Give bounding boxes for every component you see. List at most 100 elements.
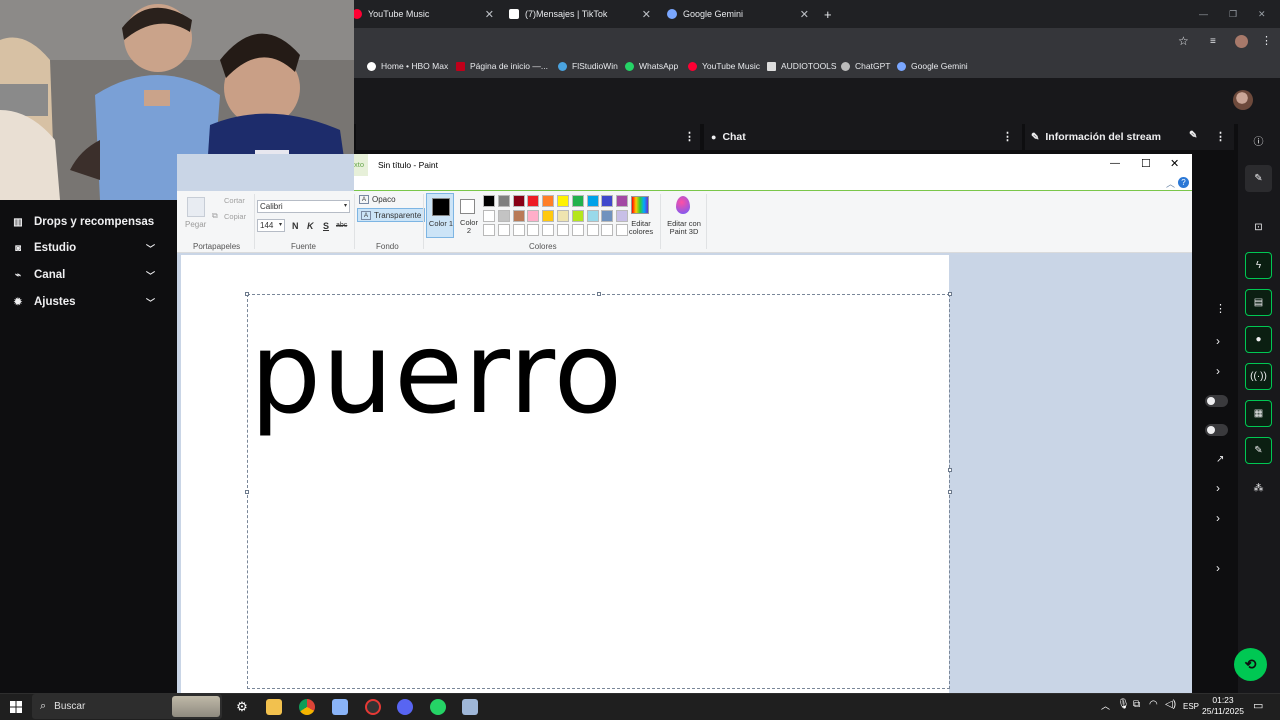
microphone-icon[interactable]: 🎙 <box>1117 699 1130 710</box>
tab-text-fragment[interactable]: xto <box>354 154 368 176</box>
color-swatch[interactable] <box>483 224 495 236</box>
bookmark-flstudio[interactable]: FlStudioWin <box>558 61 618 71</box>
copy-button[interactable]: Copiar <box>224 212 246 221</box>
bolt-icon[interactable]: ϟ <box>1245 252 1272 279</box>
whatsapp-icon[interactable] <box>430 699 446 715</box>
device-icon[interactable]: ⧉ <box>1133 699 1140 710</box>
discord-icon[interactable] <box>397 699 413 715</box>
windows-start-icon[interactable] <box>8 699 24 715</box>
color-swatch[interactable] <box>483 209 495 222</box>
sidebar-item-studio[interactable]: ◙ Estudio ﹀ <box>12 242 155 254</box>
close-window-button[interactable]: ✕ <box>1258 0 1266 28</box>
chevron-up-icon[interactable]: ︿ <box>1101 699 1110 712</box>
pencil-icon[interactable]: ✎ <box>1245 165 1272 192</box>
color-swatch[interactable] <box>483 195 495 207</box>
paint3d-icon[interactable] <box>676 196 690 214</box>
paste-button[interactable]: Pegar <box>185 220 206 229</box>
color-swatch[interactable] <box>586 224 599 236</box>
toggle-switch[interactable] <box>1205 424 1228 436</box>
toggle-switch[interactable] <box>1205 395 1228 407</box>
color-swatch[interactable] <box>512 209 525 222</box>
nodes-icon[interactable]: ⁂ <box>1245 475 1272 502</box>
color-swatch[interactable] <box>601 224 614 236</box>
user-avatar[interactable] <box>1233 90 1253 110</box>
notes-icon[interactable]: ▤ <box>1245 289 1272 316</box>
minimize-button[interactable]: — <box>1199 0 1208 28</box>
language-indicator[interactable]: ESP <box>1183 702 1199 711</box>
italic-button[interactable]: K <box>307 221 314 231</box>
star-icon[interactable]: ☆ <box>1178 34 1189 48</box>
color-swatch[interactable] <box>557 224 569 236</box>
wifi-icon[interactable]: ◠ <box>1149 699 1158 710</box>
color-swatch[interactable] <box>616 195 629 207</box>
color-swatch[interactable] <box>571 195 584 207</box>
more-options-icon[interactable]: ⋮ <box>684 130 695 143</box>
color-swatch[interactable] <box>586 195 599 207</box>
chat-bubble-icon[interactable]: ● <box>1245 326 1272 353</box>
edit-paint3d-button[interactable]: Editar con Paint 3D <box>664 220 704 236</box>
canvas-text[interactable]: puerro <box>250 318 623 430</box>
media-icon[interactable]: ≡ <box>1210 36 1216 47</box>
underline-button[interactable]: S <box>323 221 329 231</box>
layout-icon[interactable]: ▦ <box>1245 400 1272 427</box>
chevron-right-icon[interactable]: › <box>1216 334 1220 348</box>
chevron-right-icon[interactable]: › <box>1216 511 1220 525</box>
bookmark-youtube-music[interactable]: YouTube Music <box>688 61 760 71</box>
opaque-option[interactable]: A Opaco <box>359 195 396 204</box>
edit-colors-icon[interactable] <box>631 196 649 214</box>
color-swatch[interactable] <box>527 195 540 207</box>
bookmark-chatgpt[interactable]: ChatGPT <box>841 61 890 71</box>
sidebar-item-channel[interactable]: ⌁ Canal ﹀ <box>12 269 155 281</box>
bookmark-gemini[interactable]: Google Gemini <box>897 61 968 71</box>
bookmark-whatsapp[interactable]: WhatsApp <box>625 61 678 71</box>
collapse-ribbon-icon[interactable]: ︿ <box>1166 177 1175 190</box>
transparent-option[interactable]: A Transparente <box>357 208 426 222</box>
resize-handle[interactable] <box>948 490 952 494</box>
paste-icon[interactable] <box>187 197 205 217</box>
help-button[interactable]: ⟲ <box>1234 648 1267 681</box>
taskbar-search[interactable]: ⌕ Buscar <box>32 694 222 719</box>
font-family-select[interactable]: Calibri ▾ <box>257 200 350 213</box>
color-swatch[interactable] <box>497 209 510 222</box>
profile-avatar[interactable] <box>1235 35 1248 48</box>
close-tab-icon[interactable]: ✕ <box>485 8 494 21</box>
chrome-icon[interactable] <box>299 699 315 715</box>
color-swatch[interactable] <box>542 209 555 222</box>
tab-tiktok[interactable]: (7)Mensajes | TikTok ✕ <box>509 0 657 28</box>
color-swatch[interactable] <box>497 224 510 236</box>
color-swatch[interactable] <box>601 195 614 207</box>
minimize-button[interactable]: — <box>1110 158 1120 169</box>
tab-gemini[interactable]: Google Gemini ✕ <box>667 0 815 28</box>
analytics-icon[interactable]: ↗ <box>1216 454 1224 465</box>
resize-handle[interactable] <box>245 490 249 494</box>
wrench-icon[interactable]: ✎ <box>1245 437 1272 464</box>
file-explorer-icon[interactable] <box>266 699 282 715</box>
resize-handle[interactable] <box>948 468 952 472</box>
help-icon[interactable]: ? <box>1178 177 1189 188</box>
chevron-right-icon[interactable]: › <box>1216 561 1220 575</box>
cut-button[interactable]: Cortar <box>224 196 245 205</box>
info-icon[interactable]: ⓘ <box>1245 127 1272 154</box>
menu-icon[interactable]: ⋮ <box>1261 34 1272 47</box>
color-swatch[interactable] <box>542 195 555 207</box>
color-swatch[interactable] <box>527 209 540 222</box>
paint-icon[interactable] <box>462 699 478 715</box>
font-size-select[interactable]: 144 ▾ <box>257 219 285 232</box>
volume-icon[interactable]: ◁) <box>1165 699 1176 710</box>
more-options-icon[interactable]: ⋮ <box>1215 302 1226 315</box>
resize-handle[interactable] <box>245 292 249 296</box>
settings-gear-icon[interactable]: ⚙ <box>234 699 250 715</box>
color-swatch[interactable] <box>527 224 540 236</box>
edit-colors-button[interactable]: Editar colores <box>627 220 655 236</box>
capture-icon[interactable]: ⊡ <box>1245 214 1272 241</box>
edit-icon[interactable]: ✎ <box>1189 130 1197 141</box>
close-tab-icon[interactable]: ✕ <box>800 8 809 21</box>
bold-button[interactable]: N <box>292 221 299 231</box>
color-swatch[interactable] <box>571 224 584 236</box>
color-swatch[interactable] <box>586 209 599 222</box>
color-swatch[interactable] <box>497 195 510 207</box>
color-swatch[interactable] <box>557 195 569 207</box>
color1-button[interactable]: Color 1 <box>426 193 454 238</box>
broadcast-icon[interactable]: ((·)) <box>1245 363 1272 390</box>
color-swatch[interactable] <box>542 224 555 236</box>
